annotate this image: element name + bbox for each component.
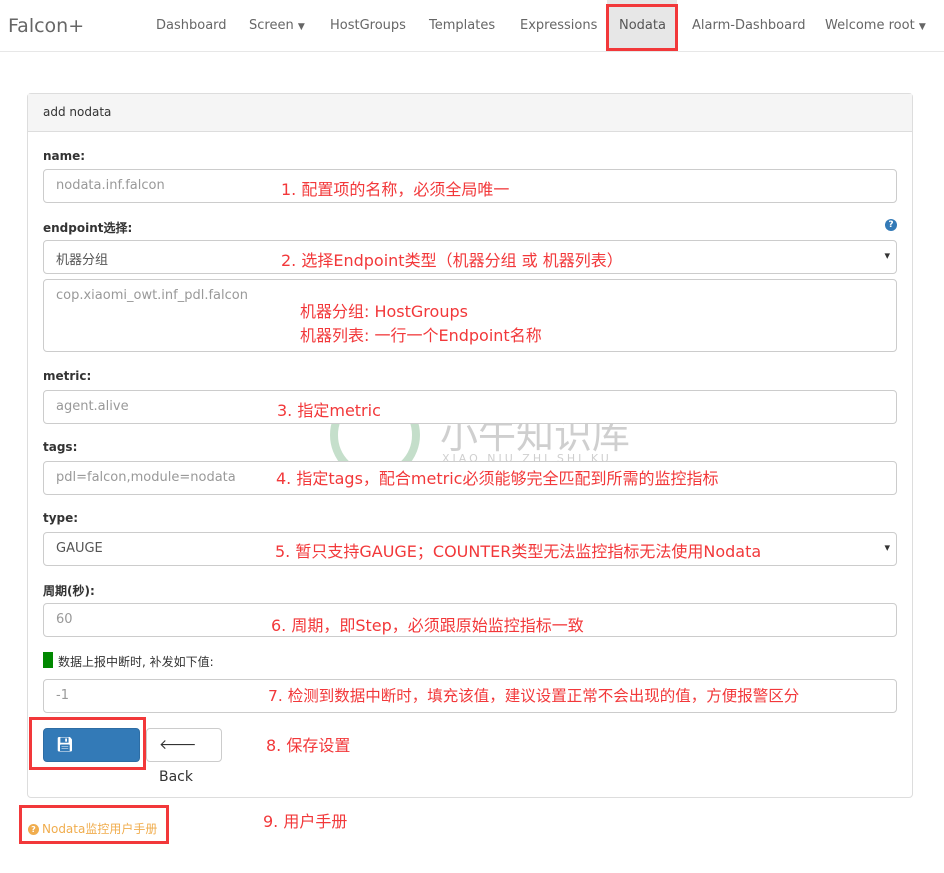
endpoint-label: endpoint选择: [43, 221, 133, 235]
nav-nodata[interactable]: Nodata [607, 0, 677, 52]
question-circle-icon: ? [28, 824, 39, 835]
navbar: Falcon+ Dashboard Screen ▼ HostGroups Te… [0, 0, 944, 52]
nav-templates[interactable]: Templates [417, 0, 507, 52]
submit-label: Submit [56, 769, 106, 785]
step-label: 周期(秒): [43, 584, 95, 598]
annotation: 8. 保存设置 [266, 736, 351, 755]
submit-button[interactable]: 💾︎ Submit [43, 728, 140, 785]
metric-label: metric: [43, 369, 92, 383]
annotation: 4. 指定tags，配合metric必须能够完全匹配到所需的监控指标 [276, 469, 719, 488]
nav-user-menu[interactable]: Welcome root ▼ [813, 0, 938, 52]
tags-label: tags: [43, 440, 78, 454]
back-label: Back [159, 769, 193, 785]
user-manual-link[interactable]: ? Nodata监控用户手册 [28, 820, 157, 837]
name-label: name: [43, 149, 86, 163]
nav-dashboard[interactable]: Dashboard [144, 0, 239, 52]
annotation: 机器列表: 一行一个Endpoint名称 [300, 326, 542, 345]
green-indicator [43, 652, 53, 668]
annotation: 2. 选择Endpoint类型（机器分组 或 机器列表） [281, 251, 623, 270]
annotation: 3. 指定metric [277, 401, 381, 420]
back-button[interactable]: 🡐 Back [146, 728, 222, 785]
save-icon: 💾︎ [56, 737, 74, 753]
help-icon[interactable]: ? [885, 219, 897, 231]
annotation: 6. 周期，即Step，必须跟原始监控指标一致 [271, 616, 584, 635]
annotation: 1. 配置项的名称，必须全局唯一 [281, 180, 510, 199]
nav-label: Welcome root [825, 18, 915, 33]
metric-input[interactable]: agent.alive [43, 390, 897, 424]
nav-alarm-dashboard[interactable]: Alarm-Dashboard [680, 0, 817, 52]
brand-logo[interactable]: Falcon+ [8, 15, 84, 37]
mock-label: 数据上报中断时, 补发如下值: [58, 655, 214, 669]
panel-title: add nodata [28, 94, 912, 132]
annotation: 7. 检测到数据中断时，填充该值，建议设置正常不会出现的值，方便报警区分 [268, 687, 800, 705]
annotation: 9. 用户手册 [263, 812, 348, 831]
manual-link-text: Nodata监控用户手册 [42, 822, 158, 836]
annotation: 机器分组: HostGroups [300, 302, 468, 321]
caret-down-icon: ▼ [918, 22, 926, 32]
nav-screen[interactable]: Screen ▼ [237, 0, 317, 52]
nav-hostgroups[interactable]: HostGroups [318, 0, 418, 52]
caret-down-icon: ▼ [297, 22, 305, 32]
arrow-left-icon: 🡐 [159, 737, 197, 753]
nav-expressions[interactable]: Expressions [508, 0, 609, 52]
type-label: type: [43, 511, 79, 525]
annotation: 5. 暂只支持GAUGE；COUNTER类型无法监控指标无法使用Nodata [275, 542, 762, 561]
nav-label: Screen [249, 18, 294, 33]
